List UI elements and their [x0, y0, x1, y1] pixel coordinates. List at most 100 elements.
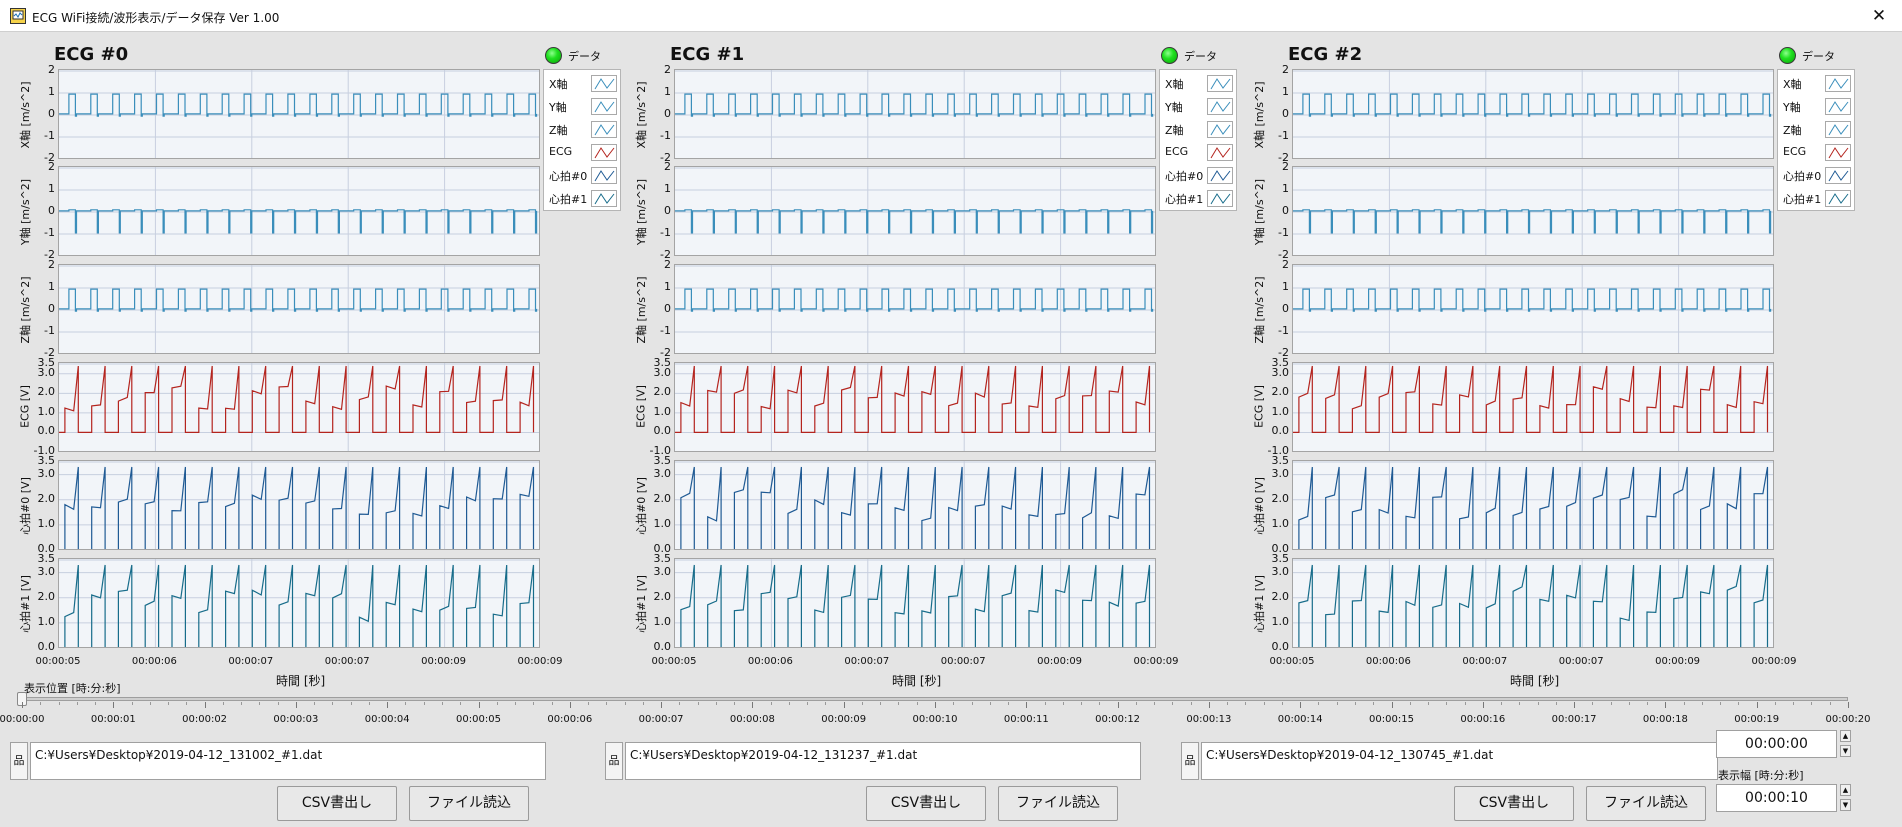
ecg2-csv-export-button[interactable]: CSV書出し [1454, 786, 1574, 821]
scroll-minor-tick [1428, 702, 1430, 705]
scroll-minor-tick [1409, 702, 1411, 705]
ecg2-file-path-field[interactable]: C:¥Users¥Desktop¥2019-04-12_130745_#1.da… [1201, 742, 1718, 780]
ecg1-file-path-field[interactable]: C:¥Users¥Desktop¥2019-04-12_131237_#1.da… [625, 742, 1141, 780]
app-icon [10, 8, 26, 24]
ecg2-plot-0-trace [1293, 93, 1772, 117]
position-scrollbar-track[interactable] [22, 697, 1848, 701]
scroll-minor-tick [770, 702, 772, 705]
ecg0-xtick-0: 00:00:05 [35, 656, 81, 667]
ecg2-plot-4-ytick-3: 1.0 [1271, 516, 1290, 530]
scroll-minor-tick [1081, 702, 1083, 705]
ecg2-plot-5-ytick-3: 1.0 [1271, 614, 1290, 628]
scroll-minor-tick [715, 702, 717, 705]
scroll-minor-tick [1774, 702, 1776, 705]
scroll-tickmark-4 [387, 702, 389, 708]
ecg0-csv-export-button[interactable]: CSV書出し [277, 786, 397, 821]
ecg1-legend-swatch-0[interactable] [1207, 75, 1233, 92]
ecg1-legend-swatch-1[interactable] [1207, 98, 1233, 115]
ecg0-plot-4 [58, 460, 540, 550]
scroll-tick-20: 00:00:20 [1825, 714, 1871, 725]
ecg2-legend-swatch-3[interactable] [1825, 144, 1851, 161]
ecg0-plot-1-trace [59, 209, 538, 234]
ecg2-legend-swatch-0[interactable] [1825, 75, 1851, 92]
ecg1-legend-swatch-2[interactable] [1207, 121, 1233, 138]
ecg1-plot-4-svg [675, 461, 1155, 549]
ecg0-path-browse-icon[interactable]: 品 [10, 742, 28, 780]
ecg2-plot-0-ytick-3: -1 [1278, 129, 1289, 142]
scroll-tick-10: 00:00:10 [912, 714, 958, 725]
ecg2-file-load-button[interactable]: ファイル読込 [1586, 786, 1706, 821]
ecg1-csv-export-button[interactable]: CSV書出し [866, 786, 986, 821]
scroll-tickmark-2 [204, 702, 206, 708]
scroll-tickmark-15 [1391, 702, 1393, 708]
scroll-minor-tick [1446, 702, 1448, 705]
ecg0-plot-5 [58, 558, 540, 648]
scroll-tickmark-9 [843, 702, 845, 708]
scroll-tick-5: 00:00:05 [456, 714, 501, 725]
ecg0-legend-swatch-5[interactable] [591, 190, 617, 207]
ecg2-legend-swatch-4[interactable] [1825, 167, 1851, 184]
scroll-tick-16: 00:00:16 [1460, 714, 1506, 725]
scroll-minor-tick [1154, 702, 1156, 705]
ecg2-legend-swatch-5[interactable] [1825, 190, 1851, 207]
ecg1-legend-swatch-3[interactable] [1207, 144, 1233, 161]
ecg2-xtick-1: 00:00:06 [1365, 656, 1411, 667]
scroll-minor-tick [697, 702, 699, 705]
ecg0-plot-2-ytick-3: -1 [44, 324, 55, 337]
ecg0-legend-swatch-4[interactable] [591, 167, 617, 184]
scroll-tick-9: 00:00:09 [821, 714, 867, 725]
ecg1-path-browse-icon[interactable]: 品 [605, 742, 623, 780]
ecg1-title: ECG #1 [670, 44, 745, 65]
ecg2-plot-3-ytick-2: 2.0 [1271, 385, 1290, 399]
ecg0-legend-swatch-3[interactable] [591, 144, 617, 161]
ecg0-file-path-field[interactable]: C:¥Users¥Desktop¥2019-04-12_131002_#1.da… [30, 742, 546, 780]
display-position-up-icon[interactable]: ▲ [1840, 730, 1851, 742]
ecg1-legend-label-0: X軸 [1165, 78, 1184, 91]
ecg1-legend-label-1: Y軸 [1165, 101, 1183, 114]
ecg0-plot-4-ytick-3: 1.0 [37, 516, 56, 530]
scroll-minor-tick [314, 702, 316, 705]
ecg0-xtick-2: 00:00:07 [228, 656, 274, 667]
ecg0-legend-swatch-0[interactable] [591, 75, 617, 92]
ecg2-path-browse-icon[interactable]: 品 [1181, 742, 1199, 780]
ecg2-plot-1-trace [1293, 209, 1772, 234]
ecg0-file-load-button[interactable]: ファイル読込 [409, 786, 529, 821]
display-position-down-icon[interactable]: ▼ [1840, 745, 1851, 757]
ecg1-data-led-label: データ [1184, 50, 1217, 63]
display-width-down-icon[interactable]: ▼ [1840, 799, 1851, 811]
scroll-minor-tick [1263, 702, 1265, 705]
ecg2-legend-swatch-2[interactable] [1825, 121, 1851, 138]
scroll-tickmark-11 [1026, 702, 1028, 708]
scroll-minor-tick [1610, 702, 1612, 705]
scroll-tick-2: 00:00:02 [182, 714, 228, 725]
ecg1-legend-swatch-4[interactable] [1207, 167, 1233, 184]
close-icon[interactable]: ✕ [1856, 0, 1902, 32]
ecg1-xlabel: 時間 [秒] [892, 674, 942, 688]
ecg1-plot-5 [674, 558, 1156, 648]
ecg1-file-load-button[interactable]: ファイル読込 [998, 786, 1118, 821]
ecg1-legend-swatch-5[interactable] [1207, 190, 1233, 207]
ecg1-plot-3 [674, 362, 1156, 452]
scroll-minor-tick [350, 702, 352, 705]
display-width-field[interactable]: 00:00:10 [1716, 784, 1837, 812]
ecg0-legend-swatch-2[interactable] [591, 121, 617, 138]
ecg0-xlabel: 時間 [秒] [276, 674, 326, 688]
ecg0-plot-0-ytick-3: -1 [44, 129, 55, 142]
ecg2-plot-4-trace [1298, 466, 1769, 549]
scroll-minor-tick [1519, 702, 1521, 705]
scroll-tick-0: 00:00:00 [0, 714, 45, 725]
ecg0-plot-3 [58, 362, 540, 452]
ecg0-xtick-1: 00:00:06 [131, 656, 177, 667]
ecg1-plot-5-ytick-3: 1.0 [653, 614, 672, 628]
ecg1-plot-0-ytick-0: 2 [664, 63, 671, 76]
ecg2-plot-2-ytick-2: 0 [1282, 302, 1289, 315]
ecg2-legend-swatch-1[interactable] [1825, 98, 1851, 115]
scroll-minor-tick [1464, 702, 1466, 705]
ecg2-plot-5-ytick-0: 3.5 [1271, 552, 1290, 565]
ecg0-plot-4-svg [59, 461, 539, 549]
display-width-up-icon[interactable]: ▲ [1840, 784, 1851, 796]
scroll-tickmark-19 [1756, 702, 1758, 708]
ecg0-legend-swatch-1[interactable] [591, 98, 617, 115]
display-position-field[interactable]: 00:00:00 [1716, 730, 1837, 758]
ecg2-plot-5 [1292, 558, 1774, 648]
